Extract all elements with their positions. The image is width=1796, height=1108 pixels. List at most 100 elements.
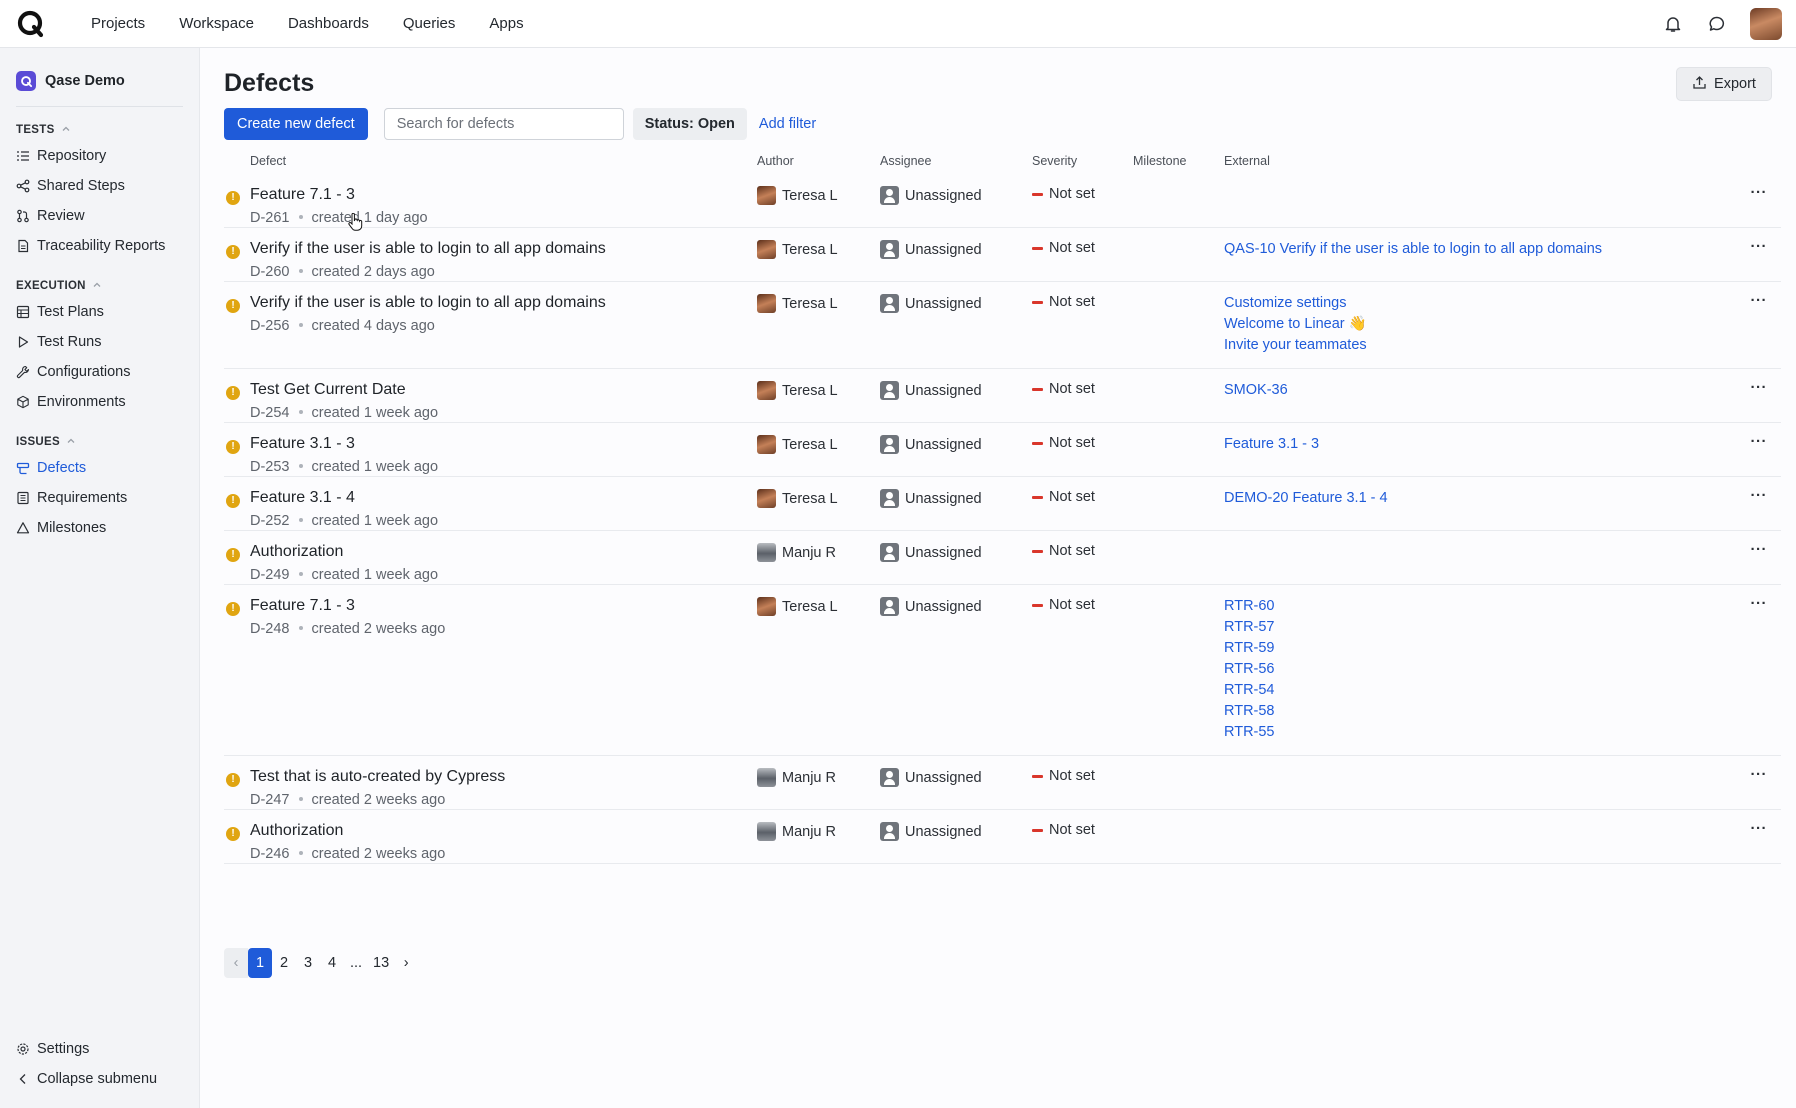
assignee-cell[interactable]: Unassigned	[880, 186, 982, 205]
table-row[interactable]: Feature 7.1 - 3 D-261 created 1 day ago T…	[224, 174, 1781, 228]
table-row[interactable]: Test that is auto-created by Cypress D-2…	[224, 756, 1781, 810]
external-link[interactable]: RTR-60	[1224, 597, 1275, 615]
assignee-cell[interactable]: Unassigned	[880, 435, 982, 454]
sidebar-item-test-runs[interactable]: Test Runs	[0, 327, 199, 357]
sidebar-item-traceability-reports[interactable]: Traceability Reports	[0, 231, 199, 261]
assignee-cell[interactable]: Unassigned	[880, 543, 982, 562]
table-row[interactable]: Feature 7.1 - 3 D-248 created 2 weeks ago…	[224, 585, 1781, 756]
export-button[interactable]: Export	[1676, 67, 1772, 101]
column-external[interactable]: External	[1224, 154, 1270, 168]
nav-projects[interactable]: Projects	[74, 0, 162, 48]
table-row[interactable]: Test Get Current Date D-254 created 1 wee…	[224, 369, 1781, 423]
section-issues[interactable]: ISSUES	[0, 431, 199, 453]
user-avatar[interactable]	[1750, 8, 1782, 40]
sidebar-item-defects[interactable]: Defects	[0, 453, 199, 483]
more-icon[interactable]: ···	[1751, 433, 1768, 450]
more-icon[interactable]: ···	[1751, 541, 1768, 558]
defect-title[interactable]: Test Get Current Date	[250, 381, 406, 399]
defect-title[interactable]: Feature 3.1 - 3	[250, 435, 355, 453]
sidebar-item-review[interactable]: Review	[0, 201, 199, 231]
sidebar-item-requirements[interactable]: Requirements	[0, 483, 199, 513]
sidebar-item-milestones[interactable]: Milestones	[0, 513, 199, 543]
bell-icon[interactable]	[1662, 13, 1684, 35]
add-filter-link[interactable]: Add filter	[759, 116, 816, 132]
table-row[interactable]: Authorization D-249 created 1 week ago Ma…	[224, 531, 1781, 585]
page-1[interactable]: 1	[248, 948, 272, 978]
external-link[interactable]: RTR-58	[1224, 702, 1275, 720]
external-link[interactable]: DEMO-20 Feature 3.1 - 4	[1224, 489, 1388, 507]
more-icon[interactable]: ···	[1751, 595, 1768, 612]
section-execution[interactable]: EXECUTION	[0, 275, 199, 297]
column-author[interactable]: Author	[757, 154, 794, 168]
table-row[interactable]: Authorization D-246 created 2 weeks ago M…	[224, 810, 1781, 864]
defect-title[interactable]: Verify if the user is able to login to a…	[250, 240, 606, 258]
external-link[interactable]: RTR-59	[1224, 639, 1275, 657]
table-row[interactable]: Feature 3.1 - 4 D-252created 1 week ago …	[224, 477, 1781, 531]
page-3[interactable]: 3	[296, 948, 320, 978]
sidebar-item-configurations[interactable]: Configurations	[0, 357, 199, 387]
more-icon[interactable]: ···	[1751, 487, 1768, 504]
assignee-cell[interactable]: Unassigned	[880, 768, 982, 787]
external-link[interactable]: SMOK-36	[1224, 381, 1288, 399]
external-link[interactable]: RTR-56	[1224, 660, 1275, 678]
defect-title[interactable]: Verify if the user is able to login to a…	[250, 294, 606, 312]
more-icon[interactable]: ···	[1751, 379, 1768, 396]
external-link[interactable]: RTR-54	[1224, 681, 1275, 699]
assignee-cell[interactable]: Unassigned	[880, 822, 982, 841]
defect-title[interactable]: Feature 7.1 - 3	[250, 597, 355, 615]
create-defect-button[interactable]: Create new defect	[224, 108, 368, 140]
sidebar-item-environments[interactable]: Environments	[0, 387, 199, 417]
page-4[interactable]: 4	[320, 948, 344, 978]
table-row[interactable]: Verify if the user is able to login to a…	[224, 282, 1781, 369]
external-link[interactable]: RTR-57	[1224, 618, 1275, 636]
external-link[interactable]: Feature 3.1 - 3	[1224, 435, 1319, 453]
more-icon[interactable]: ···	[1751, 238, 1768, 255]
nav-dashboards[interactable]: Dashboards	[271, 0, 386, 48]
sidebar-item-shared-steps[interactable]: Shared Steps	[0, 171, 199, 201]
external-link[interactable]: Welcome to Linear 👋	[1224, 315, 1367, 333]
external-link[interactable]: Customize settings	[1224, 294, 1367, 312]
defect-title[interactable]: Authorization	[250, 822, 343, 840]
defect-id: D-253	[250, 459, 290, 475]
assignee-cell[interactable]: Unassigned	[880, 597, 982, 616]
assignee-cell[interactable]: Unassigned	[880, 489, 982, 508]
assignee-cell[interactable]: Unassigned	[880, 240, 982, 259]
external-link[interactable]: Invite your teammates	[1224, 336, 1367, 354]
defect-title[interactable]: Feature 7.1 - 3	[250, 186, 355, 204]
status-filter-chip[interactable]: Status: Open	[632, 108, 747, 140]
more-icon[interactable]: ···	[1751, 820, 1768, 837]
chat-icon[interactable]	[1706, 13, 1728, 35]
sidebar-item-test-plans[interactable]: Test Plans	[0, 297, 199, 327]
collapse-submenu-button[interactable]: Collapse submenu	[0, 1064, 200, 1094]
defect-title[interactable]: Authorization	[250, 543, 343, 561]
column-assignee[interactable]: Assignee	[880, 154, 931, 168]
defect-title[interactable]: Test that is auto-created by Cypress	[250, 768, 505, 786]
next-page-button[interactable]: ›	[394, 948, 418, 978]
column-defect[interactable]: Defect	[250, 154, 286, 168]
assignee-cell[interactable]: Unassigned	[880, 381, 982, 400]
section-tests[interactable]: TESTS	[0, 119, 199, 141]
column-severity[interactable]: Severity	[1032, 154, 1077, 168]
nav-queries[interactable]: Queries	[386, 0, 473, 48]
project-selector[interactable]: Qase Demo	[0, 48, 199, 94]
search-input[interactable]	[383, 108, 624, 140]
prev-page-button[interactable]: ‹	[224, 948, 248, 978]
more-icon[interactable]: ···	[1751, 292, 1768, 309]
sidebar-item-repository[interactable]: Repository	[0, 141, 199, 171]
table-row[interactable]: Feature 3.1 - 3 D-253created 1 week ago …	[224, 423, 1781, 477]
more-icon[interactable]: ···	[1751, 766, 1768, 783]
page-2[interactable]: 2	[272, 948, 296, 978]
qase-logo-icon[interactable]	[16, 9, 46, 39]
nav-apps[interactable]: Apps	[472, 0, 540, 48]
defect-title[interactable]: Feature 3.1 - 4	[250, 489, 355, 507]
external-link[interactable]: QAS-10 Verify if the user is able to log…	[1224, 240, 1602, 258]
external-link[interactable]: RTR-55	[1224, 723, 1275, 741]
sidebar-item-settings[interactable]: Settings	[0, 1034, 200, 1064]
table-row[interactable]: Verify if the user is able to login to a…	[224, 228, 1781, 282]
column-milestone[interactable]: Milestone	[1133, 154, 1187, 168]
author-cell: Teresa L	[757, 489, 838, 508]
assignee-cell[interactable]: Unassigned	[880, 294, 982, 313]
nav-workspace[interactable]: Workspace	[162, 0, 271, 48]
page-13[interactable]: 13	[368, 948, 394, 978]
more-icon[interactable]: ···	[1751, 184, 1768, 201]
